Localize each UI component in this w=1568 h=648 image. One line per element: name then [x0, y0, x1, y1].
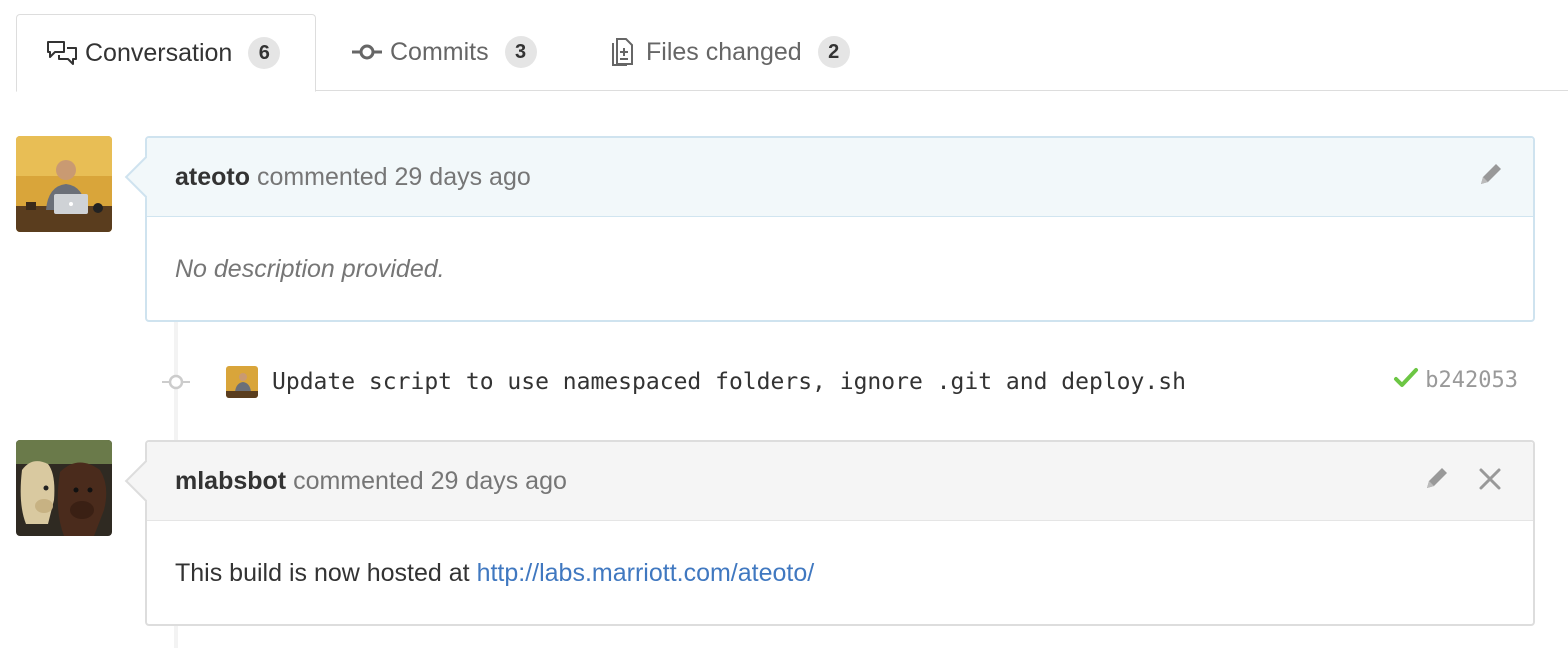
check-icon[interactable]	[1393, 366, 1419, 395]
comment-action: commented	[293, 466, 424, 495]
comment-header: mlabsbot commented 29 days ago	[147, 442, 1533, 521]
tab-counter: 2	[817, 36, 850, 68]
pencil-icon[interactable]	[1475, 160, 1505, 190]
tab-files-changed[interactable]: Files changed 2	[606, 14, 850, 90]
git-commit-icon	[160, 370, 192, 394]
comment-text: No description provided.	[175, 254, 445, 283]
comment-text: This build is now hosted at	[175, 558, 470, 587]
comment-body: This build is now hosted at http://labs.…	[147, 521, 1533, 625]
avatar-mlabsbot[interactable]	[16, 440, 112, 536]
comment-body: No description provided.	[147, 217, 1533, 321]
avatar-ateoto[interactable]	[16, 136, 112, 232]
comment-mlabsbot: mlabsbot commented 29 days ago This buil…	[124, 440, 1535, 626]
pencil-icon[interactable]	[1421, 464, 1451, 494]
commit-message[interactable]: Update script to use namespaced folders,…	[272, 369, 1186, 395]
comment-time[interactable]: 29 days ago	[431, 467, 567, 496]
commit-meta: b242053	[1393, 366, 1518, 395]
comment-actions	[1475, 160, 1505, 190]
comment-actions	[1421, 464, 1505, 494]
pull-request-tabs: Conversation 6 Commits 3 Files changed 2	[16, 0, 1568, 92]
tab-label: Commits	[390, 37, 489, 66]
timeline-line	[174, 626, 178, 648]
hosted-build-link[interactable]: http://labs.marriott.com/ateoto/	[477, 559, 815, 588]
git-commit-icon	[350, 37, 384, 67]
commit-author-avatar[interactable]	[226, 366, 258, 398]
tab-commits[interactable]: Commits 3	[350, 14, 537, 90]
tab-conversation[interactable]: Conversation 6	[16, 14, 316, 92]
file-diff-icon	[606, 37, 640, 67]
comment-header: ateoto commented 29 days ago	[147, 138, 1533, 217]
tab-counter: 3	[504, 36, 537, 68]
tab-label: Conversation	[85, 38, 233, 67]
commit-row: Update script to use namespaced folders,…	[160, 362, 1520, 402]
comment-author[interactable]: mlabsbot	[175, 467, 286, 496]
comment-ateoto: ateoto commented 29 days ago No descript…	[124, 136, 1535, 322]
close-icon[interactable]	[1475, 464, 1505, 494]
comment-author[interactable]: ateoto	[175, 163, 250, 192]
tab-counter: 6	[248, 37, 281, 69]
comment-discussion-icon	[45, 38, 79, 68]
tab-label: Files changed	[646, 37, 802, 66]
comment-action: commented	[256, 162, 388, 191]
comment-time[interactable]: 29 days ago	[395, 163, 531, 192]
commit-sha[interactable]: b242053	[1425, 368, 1518, 393]
